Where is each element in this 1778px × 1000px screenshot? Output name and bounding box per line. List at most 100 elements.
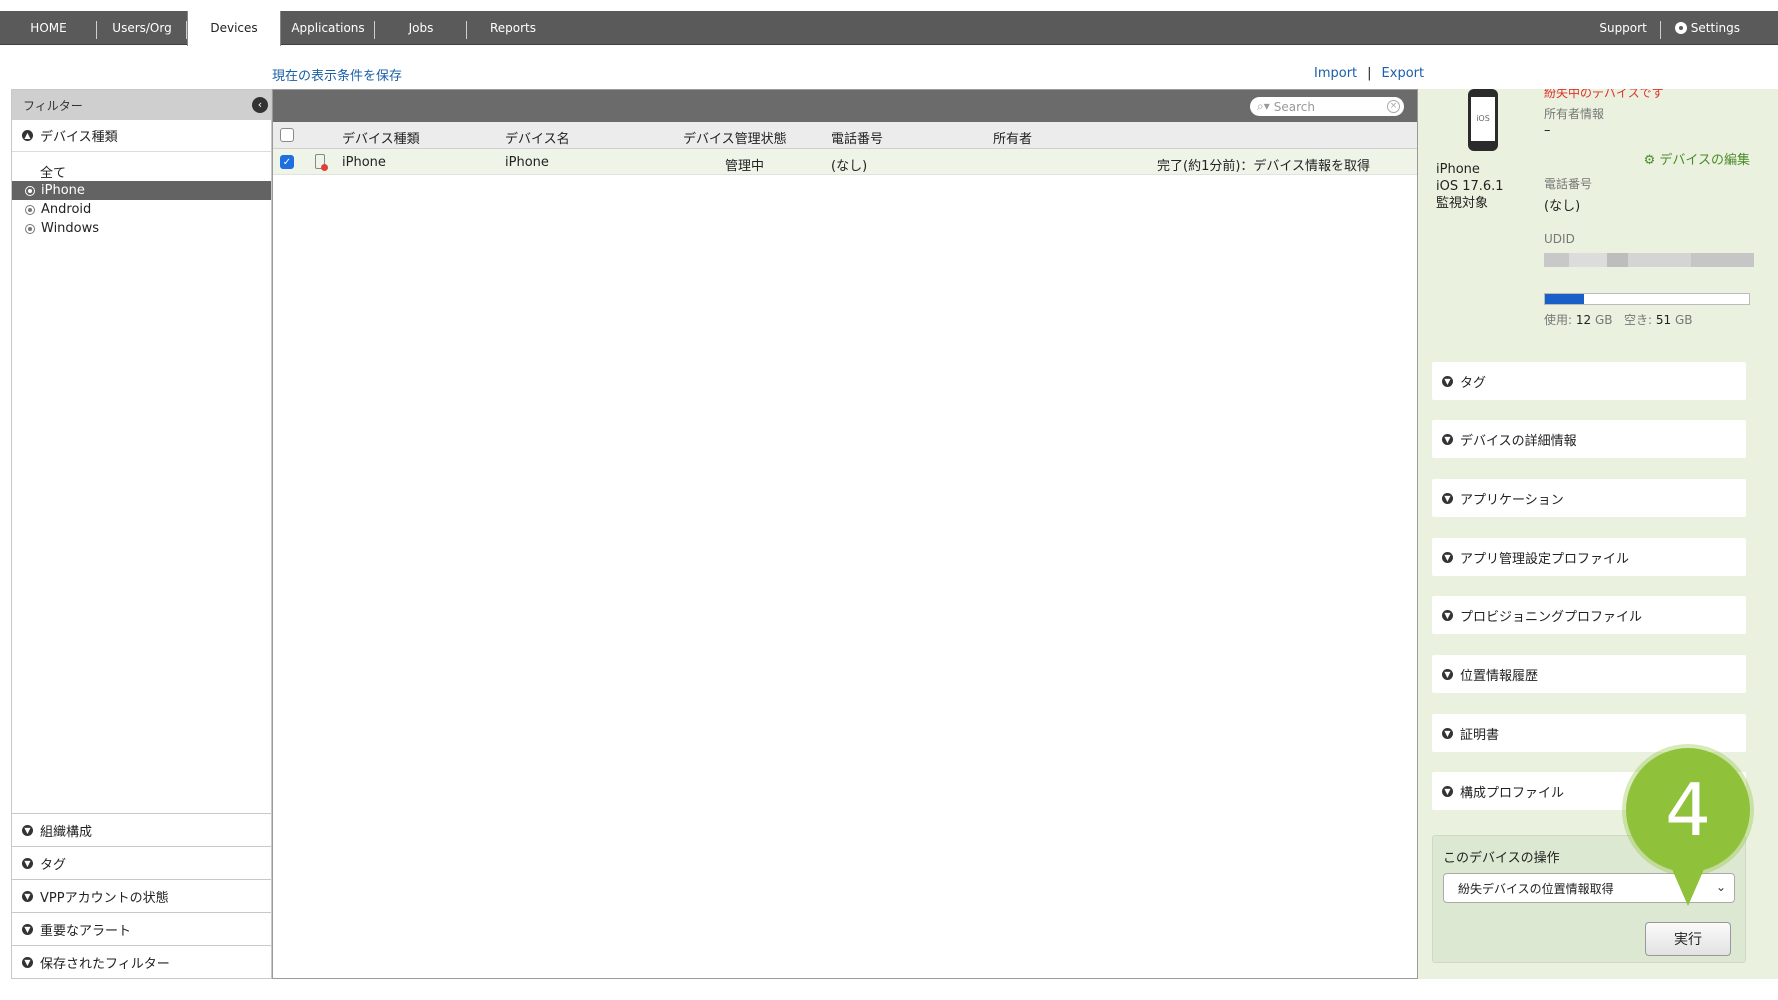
- chevron-down-icon: ▼: [22, 824, 33, 836]
- settings-link[interactable]: Settings: [1661, 11, 1754, 45]
- accordion-label: アプリ管理設定プロファイル: [1460, 551, 1630, 567]
- column-header[interactable]: 電話番号: [831, 128, 883, 147]
- accordion-device-details[interactable]: ▼ デバイスの詳細情報: [1432, 420, 1746, 458]
- section-label: 保存されたフィルター: [40, 956, 170, 972]
- save-filter-link[interactable]: 現在の表示条件を保存: [272, 65, 402, 84]
- chevron-down-icon: ▼: [22, 890, 33, 902]
- run-button[interactable]: 実行: [1645, 922, 1731, 956]
- search-placeholder: Search: [1273, 99, 1315, 114]
- main-nav: HOME Users/Org Devices Applications Jobs…: [0, 10, 559, 46]
- chevron-down-icon: ▼: [22, 923, 33, 935]
- chevron-down-icon: ▼: [1442, 375, 1453, 387]
- cell-phone: (なし): [831, 159, 868, 174]
- cell-last-job: 完了(約1分前)：デバイス情報を取得: [1157, 159, 1371, 174]
- support-link[interactable]: Support: [1585, 11, 1662, 45]
- radio-icon: [25, 185, 35, 196]
- edit-device-link[interactable]: ⚙ デバイスの編集: [1644, 149, 1750, 168]
- clear-icon[interactable]: ×: [1387, 100, 1400, 113]
- device-grid: ⌕▾ Search × デバイス種類 デバイス名 デバイス管理状態 電話番号 所…: [272, 89, 1418, 979]
- tab-jobs[interactable]: Jobs: [375, 11, 467, 45]
- storage-text: 使用: 12 GB 空き: 51 GB: [1544, 311, 1692, 328]
- tab-users-org[interactable]: Users/Org: [97, 11, 187, 45]
- accordion-label: 位置情報履歴: [1460, 668, 1539, 684]
- tab-devices[interactable]: Devices: [187, 10, 281, 46]
- collapse-icon[interactable]: ‹: [252, 97, 268, 113]
- chevron-up-icon: ▲: [22, 130, 33, 141]
- row-checkbox[interactable]: ✓: [280, 155, 294, 169]
- device-type-section[interactable]: ▲ デバイス種類: [12, 120, 271, 152]
- edit-device-label: デバイスの編集: [1659, 153, 1750, 168]
- callout-pointer: [1668, 860, 1708, 906]
- chevron-down-icon: ⌄: [1715, 880, 1726, 894]
- radio-icon: [25, 223, 35, 234]
- table-row[interactable]: ✓ iPhone iPhone 管理中 (なし) 完了(約1分前)：デバイス情報…: [273, 149, 1417, 175]
- section-org[interactable]: ▼ 組織構成: [12, 813, 271, 846]
- accordion-tag[interactable]: ▼ タグ: [1432, 362, 1746, 400]
- section-vpp[interactable]: ▼ VPPアカウントの状態: [12, 879, 271, 912]
- storage-used-value: 12: [1575, 313, 1592, 327]
- sidebar-bottom-sections: ▼ 組織構成 ▼ タグ ▼ VPPアカウントの状態 ▼ 重要なアラート ▼ 保存…: [12, 813, 271, 978]
- device-name: iPhone: [1436, 162, 1480, 177]
- section-alerts[interactable]: ▼ 重要なアラート: [12, 912, 271, 945]
- search-input[interactable]: ⌕▾ Search ×: [1250, 97, 1404, 116]
- chevron-down-icon: ▼: [1442, 668, 1453, 680]
- filter-item-iphone[interactable]: iPhone: [12, 181, 271, 200]
- section-saved-filters[interactable]: ▼ 保存されたフィルター: [12, 945, 271, 978]
- tab-home[interactable]: HOME: [0, 11, 97, 45]
- filter-item-android[interactable]: Android: [12, 200, 271, 219]
- tab-applications[interactable]: Applications: [281, 11, 375, 45]
- accordion-app-config[interactable]: ▼ アプリ管理設定プロファイル: [1432, 538, 1746, 576]
- os-version: iOS 17.6.1: [1436, 179, 1504, 194]
- chevron-down-icon: ▼: [22, 857, 33, 869]
- chevron-down-icon: ▼: [1442, 727, 1453, 739]
- accordion-applications[interactable]: ▼ アプリケーション: [1432, 479, 1746, 517]
- device-type-label: デバイス種類: [40, 130, 118, 145]
- radio-icon: [25, 204, 35, 215]
- accordion-label: 証明書: [1460, 727, 1500, 743]
- filter-item-all[interactable]: 全て: [12, 162, 271, 181]
- top-nav-bar: HOME Users/Org Devices Applications Jobs…: [0, 10, 1778, 46]
- column-header[interactable]: デバイス種類: [342, 128, 420, 147]
- grid-header: デバイス種類 デバイス名 デバイス管理状態 電話番号 所有者: [273, 122, 1417, 149]
- import-export: Import | Export: [1314, 66, 1424, 81]
- filter-item-label: Android: [41, 202, 92, 217]
- udid-value-redacted: [1544, 253, 1754, 267]
- filter-item-label: Windows: [41, 221, 100, 236]
- accordion-certificates[interactable]: ▼ 証明書: [1432, 714, 1746, 752]
- chevron-down-icon: ▼: [1442, 433, 1453, 445]
- cell-type: iPhone: [342, 155, 386, 170]
- export-link[interactable]: Export: [1382, 66, 1425, 81]
- section-tag[interactable]: ▼ タグ: [12, 846, 271, 879]
- column-header[interactable]: 所有者: [993, 128, 1032, 147]
- owner-label: 所有者情報: [1544, 107, 1605, 121]
- section-label: タグ: [40, 857, 67, 873]
- accordion-label: アプリケーション: [1460, 492, 1564, 508]
- filter-item-windows[interactable]: Windows: [12, 219, 271, 238]
- accordion-label: プロビジョニングプロファイル: [1460, 609, 1643, 625]
- phone-label: 電話番号: [1544, 177, 1593, 191]
- phone-value: (なし): [1544, 199, 1581, 214]
- operation-selected-value: 紛失デバイスの位置情報取得: [1458, 881, 1614, 896]
- column-header[interactable]: デバイス管理状態: [683, 128, 787, 147]
- accordion-provisioning[interactable]: ▼ プロビジョニングプロファイル: [1432, 596, 1746, 634]
- phone-screen: iOS: [1471, 97, 1495, 141]
- owner-value: –: [1544, 123, 1551, 138]
- column-header[interactable]: デバイス名: [505, 128, 570, 147]
- operations-title: このデバイスの操作: [1443, 851, 1560, 866]
- chevron-down-icon: ▼: [1442, 785, 1453, 797]
- import-link[interactable]: Import: [1314, 66, 1357, 81]
- storage-bar: [1544, 293, 1750, 305]
- storage-free-value: 51: [1655, 313, 1672, 327]
- storage-free-label: 空き:: [1623, 313, 1653, 327]
- filter-sidebar: フィルター ‹ ▲ デバイス種類 全て iPhone Android Windo…: [11, 89, 272, 979]
- accordion-location-history[interactable]: ▼ 位置情報履歴: [1432, 655, 1746, 693]
- gear-small-icon: ⚙: [1643, 153, 1656, 168]
- filter-header-label: フィルター: [23, 98, 83, 113]
- accordion-label: タグ: [1460, 375, 1487, 391]
- chevron-down-icon: ▼: [1442, 492, 1453, 504]
- iphone-icon: iOS: [1468, 89, 1498, 151]
- section-label: 組織構成: [40, 824, 93, 840]
- select-all-checkbox[interactable]: [280, 128, 294, 142]
- tab-reports[interactable]: Reports: [467, 11, 559, 45]
- udid-label: UDID: [1544, 232, 1575, 246]
